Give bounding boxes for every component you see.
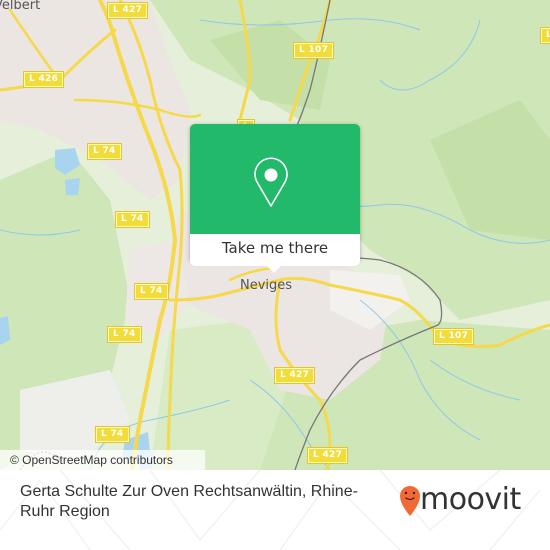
road-label-l74: L 74 (87, 143, 122, 160)
place-label-velbert: Velbert (0, 0, 41, 13)
popup-header (190, 124, 360, 234)
road-label-l74: L 74 (95, 426, 130, 443)
map-widget: Velbert Neviges L 427 L 426 L 107 L 74 L… (0, 0, 550, 550)
footer: Gerta Schulte Zur Oven Rechtsanwältin, R… (0, 470, 550, 550)
map-attribution[interactable]: © OpenStreetMap contributors (0, 450, 205, 470)
road-label-l426: L 426 (22, 71, 65, 88)
location-popup: Take me there (190, 124, 360, 273)
take-me-there-button[interactable]: Take me there (190, 234, 360, 266)
moovit-pin-icon (400, 486, 420, 516)
moovit-logo[interactable]: moovit (398, 482, 538, 522)
road-label-l74: L 74 (134, 283, 169, 300)
road-label-partial: L (539, 27, 550, 44)
place-label-neviges: Neviges (240, 278, 293, 293)
road-label-l74: L 74 (107, 326, 142, 343)
road-label-l427: L 427 (306, 447, 349, 464)
location-pin-icon (254, 157, 288, 207)
road-label-l427: L 427 (106, 2, 149, 19)
location-title: Gerta Schulte Zur Oven Rechtsanwältin, R… (20, 483, 358, 520)
popup-pointer (266, 265, 282, 273)
moovit-wordmark: moovit (420, 482, 521, 517)
road-label-l107: L 107 (432, 328, 475, 345)
road-label-l427: L 427 (273, 367, 316, 384)
road-label-l74: L 74 (115, 211, 150, 228)
road-label-l107: L 107 (292, 42, 335, 59)
map-view[interactable]: Velbert Neviges L 427 L 426 L 107 L 74 L… (0, 0, 550, 470)
